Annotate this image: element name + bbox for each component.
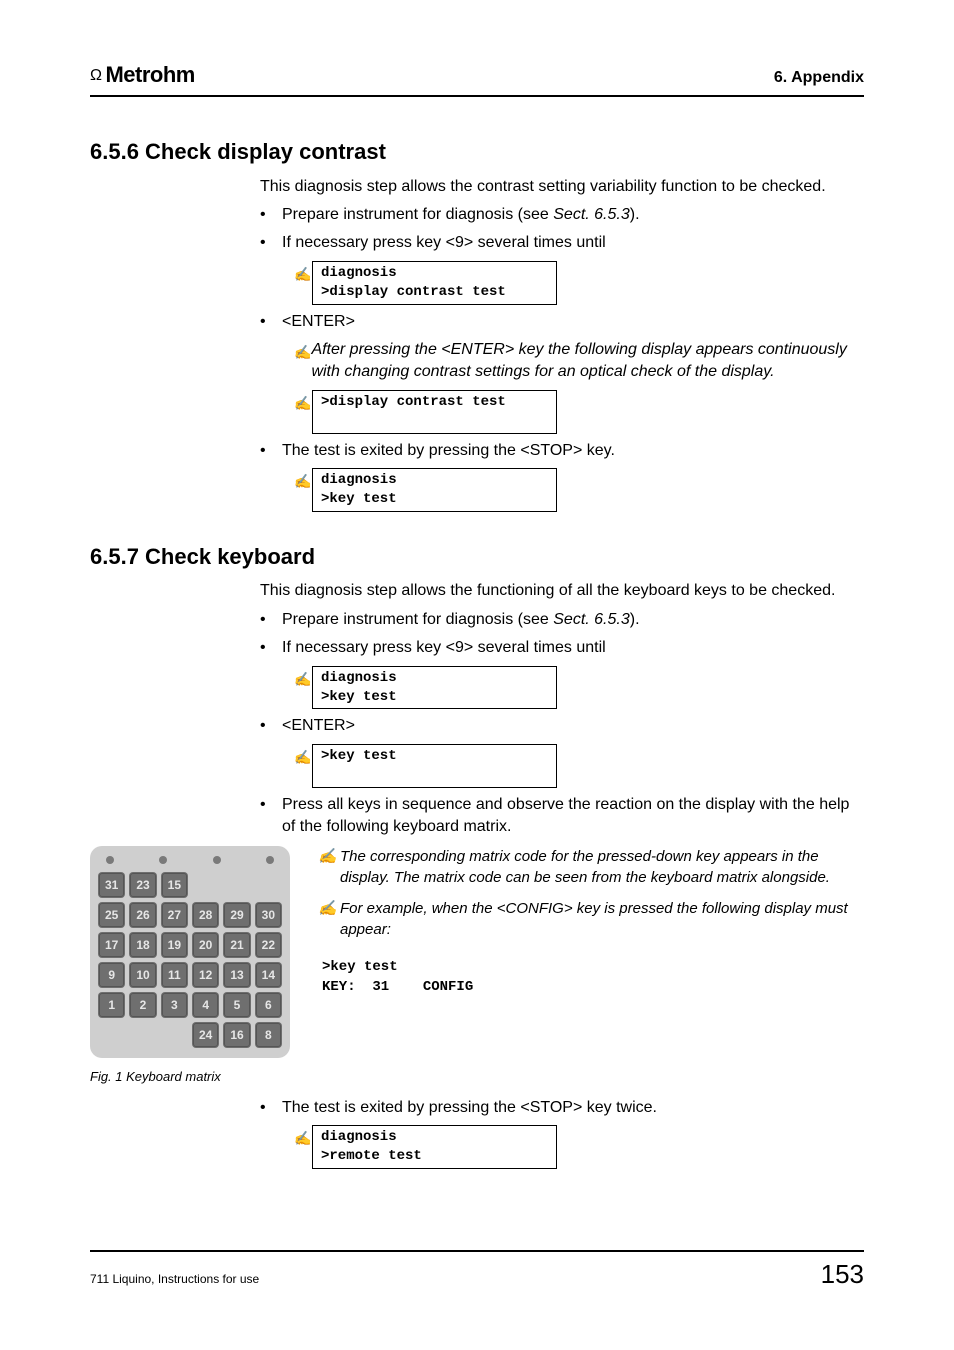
s656-bullet-press9: If necessary press key <9> several times… — [260, 232, 864, 254]
crossref-653-b: Sect. 6.5.3 — [553, 611, 630, 628]
keypad-key-31: 31 — [98, 872, 125, 898]
s656-display-3: diagnosis >key test — [312, 468, 557, 512]
s656-note-row: ✍ After pressing the <ENTER> key the fol… — [294, 339, 864, 384]
keypad-key-23: 23 — [129, 872, 156, 898]
s657-display-3-row: ✍ diagnosis >remote test — [294, 1125, 864, 1169]
keypad-key-26: 26 — [129, 902, 156, 928]
s656-bullet-prepare: Prepare instrument for diagnosis (see Se… — [260, 204, 864, 226]
hand-icon: ✍ — [318, 898, 332, 940]
led-icon — [266, 856, 274, 864]
led-icon — [213, 856, 221, 864]
s656-display-1-row: ✍ diagnosis >display contrast test — [294, 261, 864, 305]
keypad-key-11: 11 — [161, 962, 188, 988]
keypad-key-30: 30 — [255, 902, 282, 928]
keypad-key-5: 5 — [223, 992, 250, 1018]
keypad-key-1: 1 — [98, 992, 125, 1018]
keypad-key-12: 12 — [192, 962, 219, 988]
keypad-key-3: 3 — [161, 992, 188, 1018]
keypad-key-10: 10 — [129, 962, 156, 988]
keypad-key-17: 17 — [98, 932, 125, 958]
crossref-653: Sect. 6.5.3 — [553, 206, 630, 223]
keypad-key-14: 14 — [255, 962, 282, 988]
keypad-key-6: 6 — [255, 992, 282, 1018]
page-footer: 711 Liquino, Instructions for use 153 — [90, 1250, 864, 1292]
hand-icon: ✍ — [294, 744, 312, 768]
page-header: ΩMetrohm 6. Appendix — [90, 60, 864, 97]
keypad-key-21: 21 — [223, 932, 250, 958]
s656-bullet-exit: The test is exited by pressing the <STOP… — [260, 440, 864, 462]
led-icon — [159, 856, 167, 864]
s657-display-2: >key test — [312, 744, 557, 788]
s657-right-notes: ✍ The corresponding matrix code for the … — [318, 846, 864, 997]
s656-bullet-enter: <ENTER> — [260, 311, 864, 333]
hand-icon: ✍ — [294, 468, 312, 492]
s657-mono-example: >key test KEY: 31 CONFIG — [322, 958, 864, 997]
keypad-key-15: 15 — [161, 872, 188, 898]
keypad-key-24: 24 — [192, 1022, 219, 1048]
hand-icon: ✍ — [294, 390, 312, 414]
s657-display-1-row: ✍ diagnosis >key test — [294, 666, 864, 710]
keypad-key-4: 4 — [192, 992, 219, 1018]
brand-logo: ΩMetrohm — [90, 60, 195, 91]
section-6-5-6-title: 6.5.6 Check display contrast — [90, 137, 864, 168]
keypad-key-13: 13 — [223, 962, 250, 988]
footer-doc-title: 711 Liquino, Instructions for use — [90, 1271, 259, 1288]
s657-display-1: diagnosis >key test — [312, 666, 557, 710]
keypad-key-8: 8 — [255, 1022, 282, 1048]
s656-note: After pressing the <ENTER> key the follo… — [311, 339, 854, 384]
keyboard-matrix-figure: 3123152526272829301718192021229101112131… — [90, 846, 290, 1058]
brand-text: Metrohm — [105, 62, 194, 87]
keypad-key-28: 28 — [192, 902, 219, 928]
keypad-key-2: 2 — [129, 992, 156, 1018]
keypad-key-22: 22 — [255, 932, 282, 958]
s656-intro: This diagnosis step allows the contrast … — [260, 176, 864, 198]
s657-display-2-row: ✍ >key test — [294, 744, 864, 788]
keyboard-matrix-figure-wrap: 3123152526272829301718192021229101112131… — [90, 846, 290, 1086]
hand-icon: ✍ — [294, 666, 312, 690]
s657-display-3: diagnosis >remote test — [312, 1125, 557, 1169]
hand-icon: ✍ — [294, 339, 311, 363]
page-number: 153 — [821, 1256, 864, 1292]
s657-bullet-press9: If necessary press key <9> several times… — [260, 637, 864, 659]
s657-bullet-prepare: Prepare instrument for diagnosis (see Se… — [260, 609, 864, 631]
s657-note2: For example, when the <CONFIG> key is pr… — [340, 898, 864, 940]
figure-caption: Fig. 1 Keyboard matrix — [90, 1068, 290, 1086]
s656-display-1: diagnosis >display contrast test — [312, 261, 557, 305]
section-name: 6. Appendix — [774, 67, 864, 89]
s657-bullet-press-all: Press all keys in sequence and observe t… — [260, 794, 864, 839]
s657-intro: This diagnosis step allows the functioni… — [260, 580, 864, 602]
hand-icon: ✍ — [294, 261, 312, 285]
keypad-key-9: 9 — [98, 962, 125, 988]
s656-display-3-row: ✍ diagnosis >key test — [294, 468, 864, 512]
keypad-key-16: 16 — [223, 1022, 250, 1048]
keypad-key-18: 18 — [129, 932, 156, 958]
led-icon — [106, 856, 114, 864]
s656-display-2-row: ✍ >display contrast test — [294, 390, 864, 434]
keypad-key-27: 27 — [161, 902, 188, 928]
s657-bullet-enter: <ENTER> — [260, 715, 864, 737]
s657-bullet-exit: The test is exited by pressing the <STOP… — [260, 1097, 864, 1119]
keypad-key-29: 29 — [223, 902, 250, 928]
s656-display-2: >display contrast test — [312, 390, 557, 434]
keypad-key-20: 20 — [192, 932, 219, 958]
hand-icon: ✍ — [318, 846, 332, 888]
s657-note1: The corresponding matrix code for the pr… — [340, 846, 864, 888]
keypad-key-19: 19 — [161, 932, 188, 958]
hand-icon: ✍ — [294, 1125, 312, 1149]
keypad-key-25: 25 — [98, 902, 125, 928]
section-6-5-7-title: 6.5.7 Check keyboard — [90, 542, 864, 573]
ohm-icon: Ω — [90, 65, 101, 87]
